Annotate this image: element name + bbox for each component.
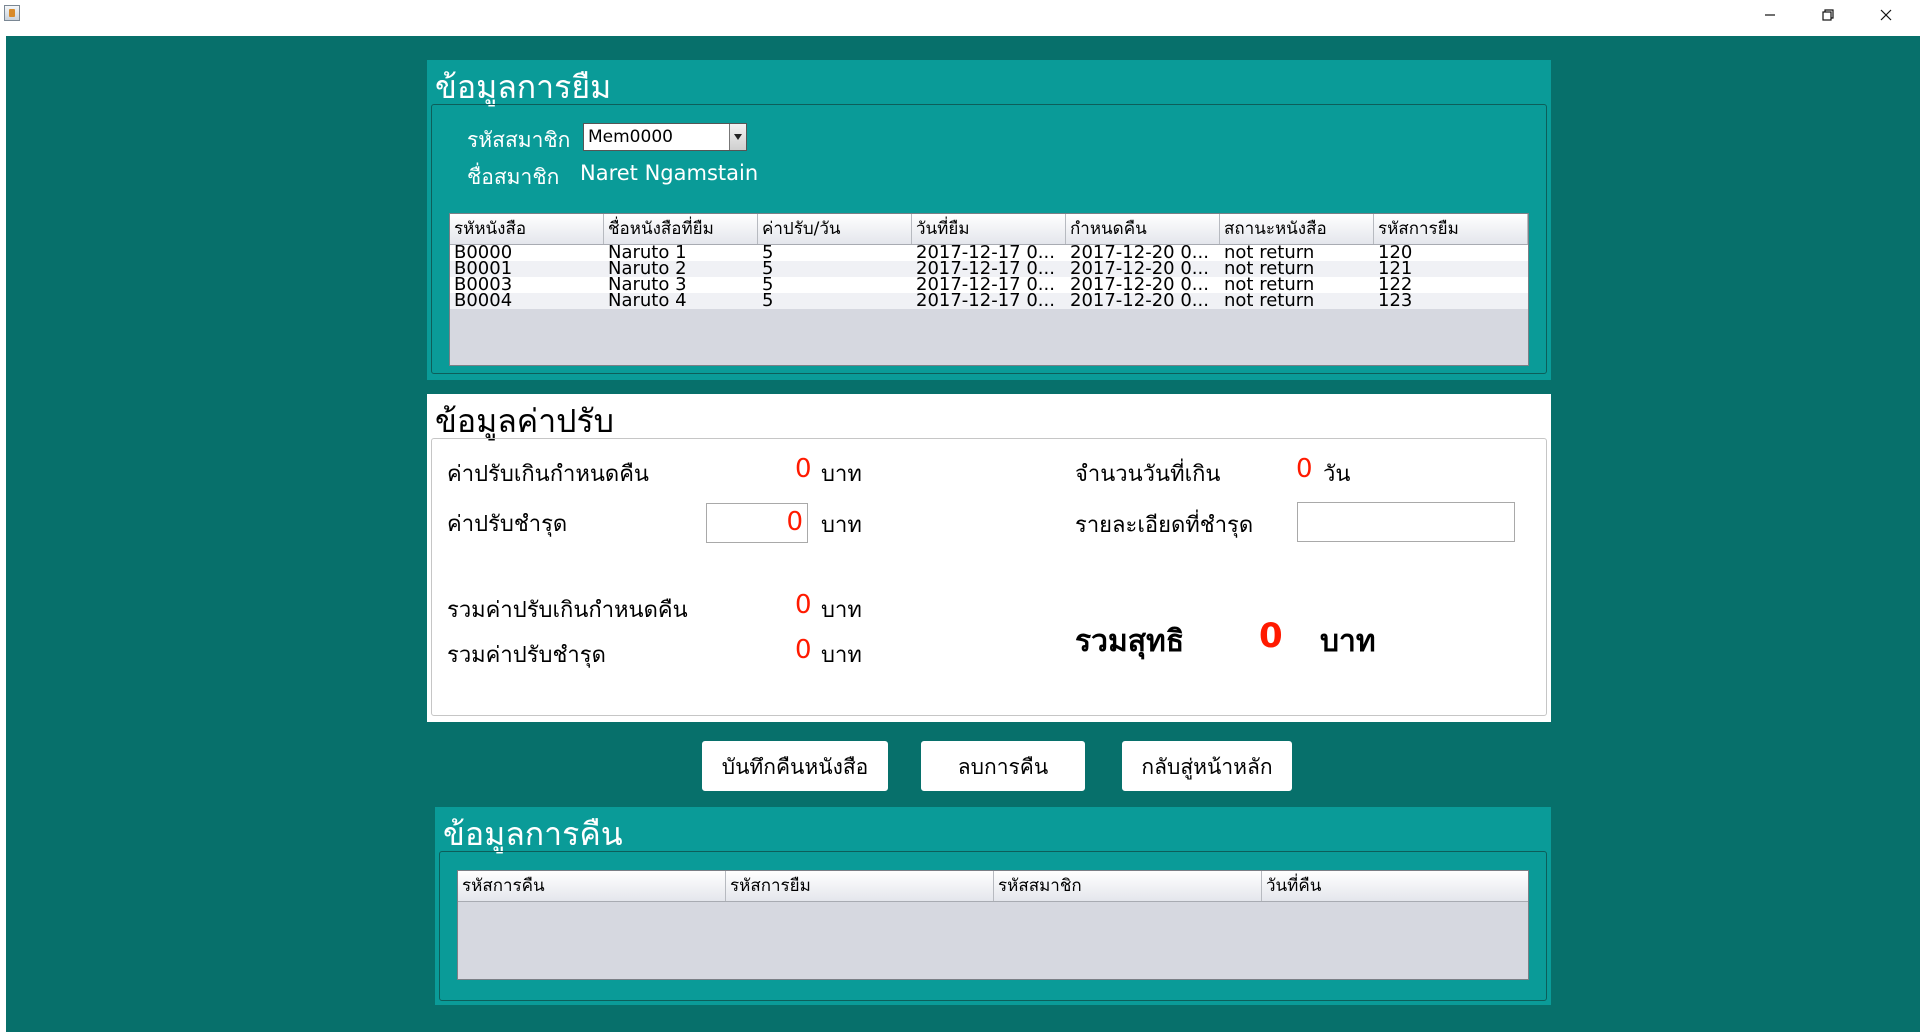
borrow-table-cell: 2017-12-20 0... [1070,291,1209,307]
borrow-table-cell: not return [1224,259,1315,275]
fine-info-panel: ข้อมูลค่าปรับ ค่าปรับเกินกำหนดคืน 0 บาท … [427,394,1551,722]
borrow-table-cell: 2017-12-17 0... [916,275,1055,291]
borrow-table-cell: B0003 [454,275,513,291]
member-name-value: Naret Ngamstain [580,161,759,185]
delete-return-button[interactable]: ลบการคืน [921,741,1085,791]
borrow-column-header[interactable]: รหัหนังสือ [450,214,604,244]
total-damage-label: รวมค่าปรับชำรุด [447,643,606,668]
member-id-label: รหัสสมาชิก [467,128,571,152]
borrow-table-cell: Naruto 3 [608,275,687,291]
borrow-table-cell: Naruto 1 [608,243,687,259]
borrow-table-cell: 2017-12-20 0... [1070,275,1209,291]
days-over-unit: วัน [1323,462,1351,487]
damage-detail-label: รายละเอียดที่ชำรุด [1075,513,1254,538]
save-return-button[interactable]: บันทึกคืนหนังสือ [702,741,888,791]
total-overdue-value: 0 [795,590,812,620]
back-home-button[interactable]: กลับสู่หน้าหลัก [1122,741,1292,791]
total-damage-unit: บาท [821,643,862,668]
java-app-icon [4,5,20,21]
borrow-table-cell: Naruto 2 [608,259,687,275]
borrow-table-cell: 2017-12-17 0... [916,259,1055,275]
borrow-table-cell: 5 [762,275,774,291]
total-overdue-unit: บาท [821,598,862,623]
borrow-column-header[interactable]: ชื่อหนังสือที่ยืม [604,214,758,244]
borrow-table-cell: 5 [762,259,774,275]
restore-button[interactable] [1805,0,1851,30]
borrow-table-cell: not return [1224,243,1315,259]
return-column-header[interactable]: รหัสการยืม [726,871,994,901]
borrow-table[interactable]: รหัหนังสือ ชื่อหนังสือที่ยืม ค่าปรับ/วัน วั… [449,213,1529,366]
damage-detail-input[interactable] [1297,502,1515,542]
borrow-table-cell: 121 [1378,259,1413,275]
borrow-table-cell: 5 [762,243,774,259]
total-damage-value: 0 [795,635,812,665]
damage-fine-input[interactable]: 0 [706,503,808,543]
borrow-table-body: B0000 Naruto 1 5 2017-12-17 0... 2017-12-20 … [450,243,1528,309]
damage-fine-label: ค่าปรับชำรุด [447,512,568,537]
member-id-combobox[interactable]: Mem0000 [583,123,747,151]
borrow-table-cell: B0004 [454,291,513,307]
member-name-label: ชื่อสมาชิก [467,165,560,189]
overdue-fine-unit: บาท [821,462,862,487]
minimize-icon [1765,14,1775,16]
borrow-table-cell: 120 [1378,243,1413,259]
member-id-selected-value: Mem0000 [588,127,673,147]
borrow-table-cell: Naruto 4 [608,291,687,307]
borrow-table-header: รหัหนังสือ ชื่อหนังสือที่ยืม ค่าปรับ/วัน วั… [450,214,1528,245]
overdue-fine-label: ค่าปรับเกินกำหนดคืน [447,462,649,487]
net-total-label: รวมสุทธิ [1075,624,1185,659]
borrow-column-header[interactable]: รหัสการยืม [1374,214,1528,244]
close-icon [1880,9,1892,21]
days-over-label: จำนวนวันที่เกิน [1075,462,1221,487]
borrow-table-cell: not return [1224,291,1315,307]
title-bar [0,0,1920,30]
return-column-header[interactable]: รหัสสมาชิก [994,871,1262,901]
borrow-table-cell: 2017-12-20 0... [1070,243,1209,259]
borrow-table-cell: B0001 [454,259,513,275]
borrow-column-header[interactable]: กำหนดคืน [1066,214,1220,244]
borrow-table-cell: 2017-12-20 0... [1070,259,1209,275]
return-info-panel: ข้อมูลการคืน รหัสการคืน รหัสการยืม รหัสสมา… [435,807,1551,1005]
total-overdue-label: รวมค่าปรับเกินกำหนดคืน [447,598,688,623]
days-over-value: 0 [1296,454,1313,484]
main-content: ข้อมูลการยืม รหัสสมาชิก Mem0000 ชื่อสมาช… [6,36,1920,1032]
damage-fine-input-value: 0 [786,507,803,537]
borrow-table-cell: 2017-12-17 0... [916,243,1055,259]
return-column-header[interactable]: รหัสการคืน [458,871,726,901]
borrow-table-cell: 123 [1378,291,1413,307]
chevron-down-icon[interactable] [729,124,746,150]
close-button[interactable] [1863,0,1909,30]
overdue-fine-value: 0 [795,454,812,484]
return-table[interactable]: รหัสการคืน รหัสการยืม รหัสสมาชิก วันที่คืน [457,870,1529,980]
borrow-table-cell: not return [1224,275,1315,291]
damage-fine-unit: บาท [821,513,862,538]
borrow-table-cell: B0000 [454,243,513,259]
borrow-table-cell: 122 [1378,275,1413,291]
net-total-unit: บาท [1320,624,1376,659]
return-table-header: รหัสการคืน รหัสการยืม รหัสสมาชิก วันที่คืน [458,871,1528,902]
return-column-header[interactable]: วันที่คืน [1262,871,1528,901]
borrow-table-row[interactable]: B0004 Naruto 4 5 2017-12-17 0... 2017-12-20 … [450,291,1528,309]
borrow-table-cell: 5 [762,291,774,307]
restore-icon [1822,9,1834,21]
borrow-column-header[interactable]: วันที่ยืม [912,214,1066,244]
borrow-column-header[interactable]: ค่าปรับ/วัน [758,214,912,244]
borrow-table-cell: 2017-12-17 0... [916,291,1055,307]
minimize-button[interactable] [1747,0,1793,30]
net-total-value: 0 [1259,616,1283,656]
borrow-column-header[interactable]: สถานะหนังสือ [1220,214,1374,244]
borrow-info-panel: ข้อมูลการยืม รหัสสมาชิก Mem0000 ชื่อสมาช… [427,60,1551,380]
